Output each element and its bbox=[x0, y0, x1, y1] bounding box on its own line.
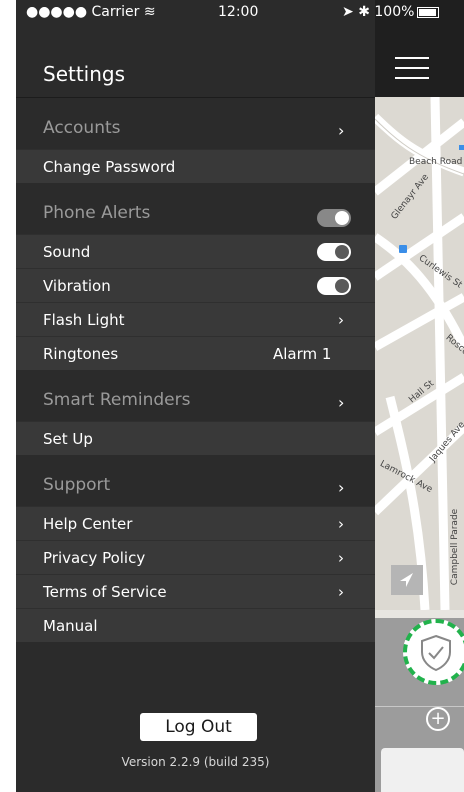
row-label: Manual bbox=[43, 617, 98, 635]
row-label: Change Password bbox=[43, 158, 176, 176]
locate-button[interactable] bbox=[391, 565, 423, 595]
status-time: 12:00 bbox=[218, 4, 259, 20]
add-icon[interactable]: + bbox=[426, 707, 450, 731]
location-arrow-icon bbox=[400, 573, 413, 587]
map-view[interactable]: Beach Road Glenayr Ave Curlewis St Rosco… bbox=[375, 97, 464, 610]
section-support[interactable]: Support › bbox=[16, 455, 375, 505]
row-label: Sound bbox=[43, 243, 91, 261]
ringtone-value: Alarm 1 bbox=[273, 345, 332, 363]
map-bottom-panel: + bbox=[375, 618, 464, 792]
row-label: Vibration bbox=[43, 277, 111, 295]
chevron-right-icon: › bbox=[338, 478, 345, 497]
status-right: ➤ ✱ 100% bbox=[342, 4, 440, 20]
location-services-icon: ➤ bbox=[342, 4, 354, 20]
row-terms-of-service[interactable]: Terms of Service › bbox=[16, 574, 375, 608]
divider bbox=[375, 706, 464, 707]
row-ringtones[interactable]: Ringtones Alarm 1 bbox=[16, 336, 375, 370]
wifi-icon: ≋ bbox=[143, 4, 156, 20]
section-phone-alerts: Phone Alerts bbox=[16, 183, 375, 233]
row-label: Privacy Policy bbox=[43, 549, 146, 567]
section-accounts[interactable]: Accounts › bbox=[16, 98, 375, 148]
map-label-beach-road: Beach Road bbox=[409, 157, 463, 167]
sound-toggle[interactable] bbox=[317, 243, 351, 261]
row-label: Terms of Service bbox=[43, 583, 167, 601]
chevron-right-icon: › bbox=[338, 583, 344, 601]
status-bar: ●●●●● Carrier ≋ 12:00 ➤ ✱ 100% bbox=[16, 0, 464, 26]
row-label: Ringtones bbox=[43, 345, 119, 363]
row-label: Help Center bbox=[43, 515, 133, 533]
vibration-toggle[interactable] bbox=[317, 277, 351, 295]
logout-button[interactable]: Log Out bbox=[140, 713, 257, 741]
row-privacy-policy[interactable]: Privacy Policy › bbox=[16, 540, 375, 574]
protection-status-ring[interactable] bbox=[403, 619, 464, 685]
row-label: Flash Light bbox=[43, 311, 125, 329]
battery-percent: 100% bbox=[374, 4, 415, 20]
section-smart-reminders[interactable]: Smart Reminders › bbox=[16, 370, 375, 420]
settings-drawer: ●●●●● Carrier ≋ 12:00 ➤ ✱ 100% Settings … bbox=[16, 0, 440, 792]
chevron-right-icon: › bbox=[338, 515, 344, 533]
phone-alerts-toggle[interactable] bbox=[317, 209, 351, 227]
chevron-right-icon: › bbox=[338, 549, 344, 567]
shield-check-icon bbox=[421, 634, 451, 672]
chevron-right-icon: › bbox=[338, 311, 344, 329]
row-vibration: Vibration bbox=[16, 268, 375, 302]
section-label: Phone Alerts bbox=[43, 203, 151, 223]
version-label: Version 2.2.9 (build 235) bbox=[121, 755, 270, 769]
page-title: Settings bbox=[43, 62, 126, 86]
bluetooth-icon: ✱ bbox=[358, 4, 370, 20]
row-change-password[interactable]: Change Password bbox=[16, 149, 375, 183]
row-label: Set Up bbox=[43, 430, 93, 448]
hamburger-menu-icon[interactable] bbox=[395, 57, 429, 81]
map-label-campbell-parade: Campbell Parade bbox=[450, 508, 461, 586]
carrier-label: ●●●●● Carrier ≋ bbox=[26, 4, 156, 20]
battery-icon bbox=[417, 6, 440, 18]
row-manual[interactable]: Manual bbox=[16, 608, 375, 642]
section-label: Support bbox=[43, 475, 111, 495]
row-flash-light[interactable]: Flash Light › bbox=[16, 302, 375, 336]
row-help-center[interactable]: Help Center › bbox=[16, 506, 375, 540]
section-label: Accounts bbox=[43, 118, 121, 138]
app-screen: Beach Road Glenayr Ave Curlewis St Rosco… bbox=[16, 0, 464, 792]
info-card bbox=[381, 748, 464, 792]
row-sound: Sound bbox=[16, 234, 375, 268]
chevron-right-icon: › bbox=[338, 393, 345, 412]
map-panel: Beach Road Glenayr Ave Curlewis St Rosco… bbox=[375, 0, 464, 792]
chevron-right-icon: › bbox=[338, 121, 345, 140]
row-set-up[interactable]: Set Up bbox=[16, 421, 375, 455]
section-label: Smart Reminders bbox=[43, 390, 191, 410]
